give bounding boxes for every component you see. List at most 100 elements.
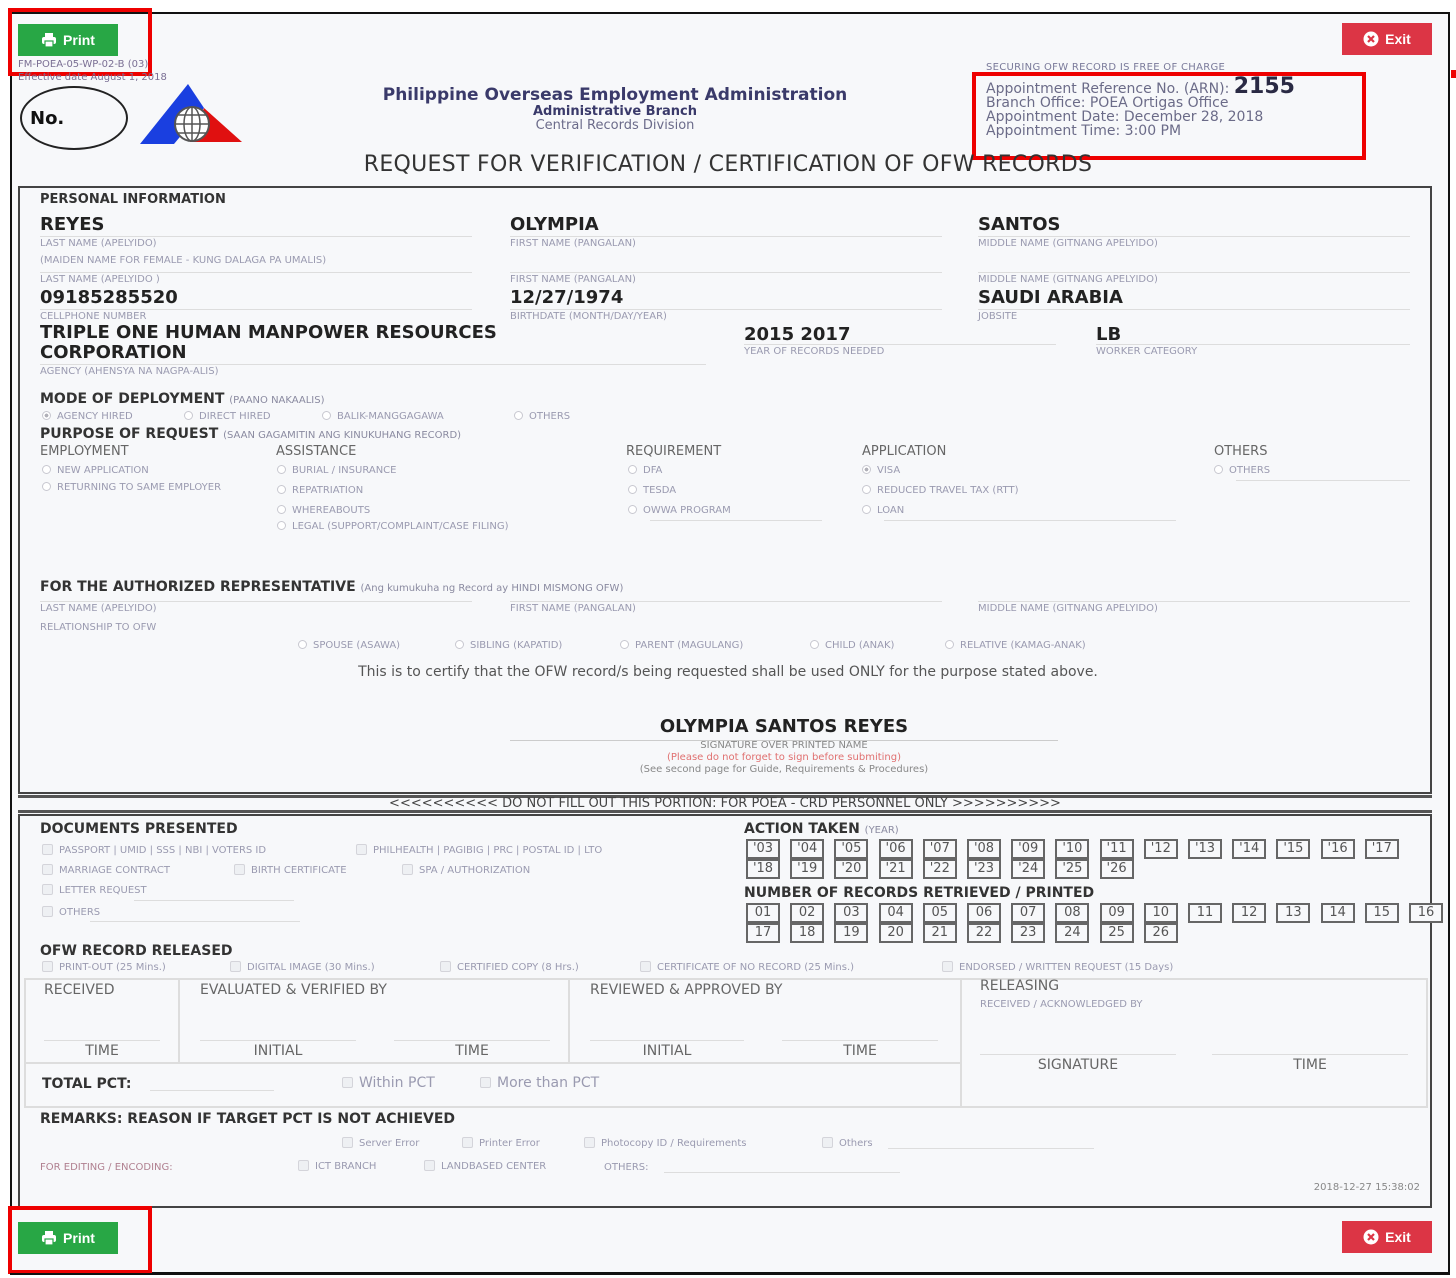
action-year-box[interactable]: '18 <box>746 859 780 879</box>
checkbox-icon[interactable] <box>298 1160 309 1171</box>
action-year-box[interactable]: '05 <box>834 839 869 859</box>
checkbox-icon[interactable] <box>942 961 953 972</box>
action-year-box[interactable]: '22 <box>922 859 957 879</box>
radio-icon[interactable] <box>277 505 286 514</box>
records-count-box[interactable]: 13 <box>1276 903 1311 923</box>
radio-selected-icon[interactable] <box>42 411 51 420</box>
checkbox-icon[interactable] <box>42 906 53 917</box>
purpose-whereabouts[interactable]: WHEREABOUTS <box>277 503 370 518</box>
checkbox-icon[interactable] <box>342 1077 353 1088</box>
released-printout[interactable]: PRINT-OUT (25 Mins.) <box>42 960 166 975</box>
print-button-top[interactable]: Print <box>18 24 118 56</box>
checkbox-icon[interactable] <box>234 864 245 875</box>
action-year-box[interactable]: '17 <box>1364 839 1399 859</box>
deployment-option-others[interactable]: OTHERS <box>514 409 570 424</box>
checkbox-icon[interactable] <box>230 961 241 972</box>
radio-icon[interactable] <box>277 485 286 494</box>
reason-others-line[interactable] <box>888 1148 1094 1149</box>
purpose-repatriation[interactable]: REPATRIATION <box>277 483 363 498</box>
doc-letter-request[interactable]: LETTER REQUEST <box>42 883 147 898</box>
records-count-box[interactable]: 03 <box>834 903 869 923</box>
relationship-sibling[interactable]: SIBLING (KAPATID) <box>455 638 562 653</box>
print-button-bottom[interactable]: Print <box>18 1222 118 1254</box>
records-count-box[interactable]: 04 <box>878 903 913 923</box>
purpose-owwa-program[interactable]: OWWA PROGRAM <box>628 503 731 518</box>
checkbox-icon[interactable] <box>640 961 651 972</box>
action-year-box[interactable]: '10 <box>1055 839 1090 859</box>
records-count-box[interactable]: 26 <box>1143 923 1178 943</box>
radio-selected-icon[interactable] <box>862 465 871 474</box>
action-year-box[interactable]: '20 <box>834 859 869 879</box>
records-count-box[interactable]: 09 <box>1099 903 1134 923</box>
checkbox-icon[interactable] <box>584 1137 595 1148</box>
records-count-box[interactable]: 11 <box>1188 903 1222 923</box>
editing-others-line[interactable] <box>664 1172 900 1173</box>
checkbox-icon[interactable] <box>480 1077 491 1088</box>
action-year-box[interactable]: '15 <box>1276 839 1311 859</box>
action-year-box[interactable]: '24 <box>1011 859 1046 879</box>
records-count-box[interactable]: 21 <box>922 923 957 943</box>
purpose-burial-insurance[interactable]: BURIAL / INSURANCE <box>277 463 396 478</box>
radio-icon[interactable] <box>862 505 871 514</box>
relationship-child[interactable]: CHILD (ANAK) <box>810 638 894 653</box>
radio-icon[interactable] <box>945 640 954 649</box>
relationship-relative[interactable]: RELATIVE (KAMAG-ANAK) <box>945 638 1086 653</box>
records-count-box[interactable]: 23 <box>1011 923 1046 943</box>
records-count-box[interactable]: 05 <box>922 903 957 923</box>
deployment-option-agency-hired[interactable]: AGENCY HIRED <box>42 409 133 424</box>
reason-server-error[interactable]: Server Error <box>342 1136 419 1151</box>
more-than-pct-option[interactable]: More than PCT <box>480 1076 599 1091</box>
reason-printer-error[interactable]: Printer Error <box>462 1136 540 1151</box>
doc-spa-authorization[interactable]: SPA / AUTHORIZATION <box>402 863 530 878</box>
purpose-dfa[interactable]: DFA <box>628 463 662 478</box>
radio-icon[interactable] <box>277 521 286 530</box>
checkbox-icon[interactable] <box>462 1137 473 1148</box>
radio-icon[interactable] <box>322 411 331 420</box>
checkbox-icon[interactable] <box>822 1137 833 1148</box>
purpose-tesda[interactable]: TESDA <box>628 483 676 498</box>
checkbox-icon[interactable] <box>42 864 53 875</box>
action-year-box[interactable]: '14 <box>1232 839 1267 859</box>
radio-icon[interactable] <box>42 465 51 474</box>
action-year-box[interactable]: '23 <box>967 859 1001 879</box>
purpose-visa[interactable]: VISA <box>862 463 900 478</box>
checkbox-icon[interactable] <box>424 1160 435 1171</box>
radio-icon[interactable] <box>620 640 629 649</box>
records-count-box[interactable]: 20 <box>878 923 913 943</box>
radio-icon[interactable] <box>184 411 193 420</box>
checkbox-icon[interactable] <box>42 844 53 855</box>
records-count-box[interactable]: 14 <box>1320 903 1355 923</box>
records-count-box[interactable]: 12 <box>1232 903 1267 923</box>
checkbox-icon[interactable] <box>42 961 53 972</box>
exit-button-top[interactable]: Exit <box>1342 23 1432 55</box>
purpose-loan[interactable]: LOAN <box>862 503 904 518</box>
deployment-option-balik-manggagawa[interactable]: BALIK-MANGGAGAWA <box>322 409 444 424</box>
radio-icon[interactable] <box>277 465 286 474</box>
radio-icon[interactable] <box>628 485 637 494</box>
radio-icon[interactable] <box>862 485 871 494</box>
released-digital-image[interactable]: DIGITAL IMAGE (30 Mins.) <box>230 960 375 975</box>
checkbox-icon[interactable] <box>42 884 53 895</box>
radio-icon[interactable] <box>810 640 819 649</box>
reason-photocopy[interactable]: Photocopy ID / Requirements <box>584 1136 746 1151</box>
deployment-option-direct-hired[interactable]: DIRECT HIRED <box>184 409 271 424</box>
records-count-box[interactable]: 16 <box>1409 903 1443 923</box>
records-count-box[interactable]: 22 <box>967 923 1001 943</box>
doc-marriage-contract[interactable]: MARRIAGE CONTRACT <box>42 863 170 878</box>
editing-ict-branch[interactable]: ICT BRANCH <box>298 1159 376 1174</box>
action-year-box[interactable]: '11 <box>1099 839 1134 859</box>
records-count-box[interactable]: 06 <box>967 903 1001 923</box>
purpose-new-application[interactable]: NEW APPLICATION <box>42 463 149 478</box>
records-count-box[interactable]: 10 <box>1143 903 1178 923</box>
purpose-others[interactable]: OTHERS <box>1214 463 1270 478</box>
records-count-box[interactable]: 17 <box>746 923 780 943</box>
within-pct-option[interactable]: Within PCT <box>342 1076 435 1091</box>
editing-landbased-center[interactable]: LANDBASED CENTER <box>424 1159 546 1174</box>
records-count-box[interactable]: 07 <box>1011 903 1046 923</box>
records-count-box[interactable]: 24 <box>1055 923 1090 943</box>
action-year-box[interactable]: '08 <box>967 839 1001 859</box>
action-year-box[interactable]: '19 <box>790 859 825 879</box>
released-certified-copy[interactable]: CERTIFIED COPY (8 Hrs.) <box>440 960 579 975</box>
records-count-box[interactable]: 19 <box>834 923 869 943</box>
action-year-box[interactable]: '04 <box>790 839 825 859</box>
